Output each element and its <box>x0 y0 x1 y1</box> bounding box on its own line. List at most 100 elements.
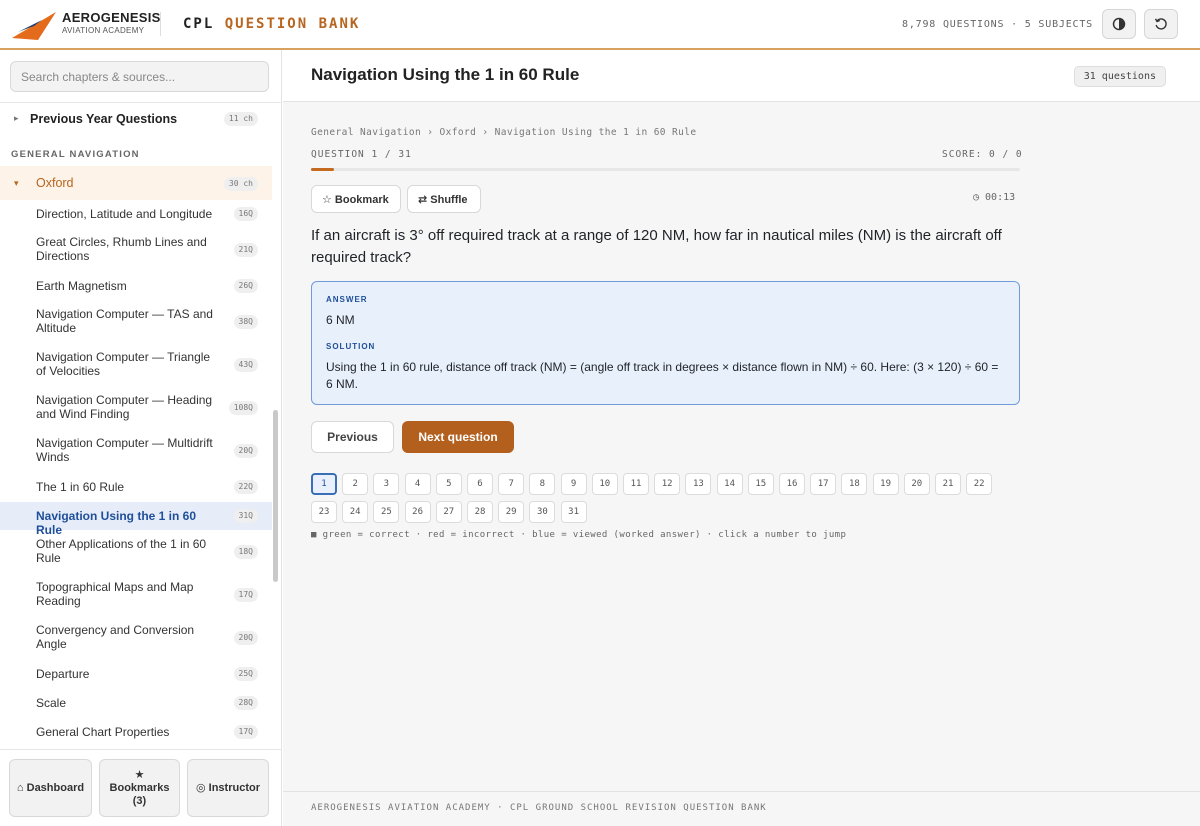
sidebar-item-chapter-active[interactable]: Navigation Using the 1 in 60 Rule 31Q <box>0 502 272 537</box>
question-number[interactable]: 14 <box>716 473 743 495</box>
sidebar-scrollbar[interactable] <box>273 410 278 582</box>
bookmarks-count: (3) <box>132 794 147 807</box>
question-number[interactable]: 31 <box>560 501 587 523</box>
chapter-badge: 17Q <box>233 588 258 602</box>
question-number[interactable]: 28 <box>467 501 493 523</box>
bookmark-button[interactable]: ☆ Bookmark <box>311 185 401 213</box>
question-number[interactable]: 17 <box>810 473 837 495</box>
chapter-badge: 17Q <box>233 725 258 739</box>
chapter-label: Navigation Computer — Triangle of Veloci… <box>36 350 211 378</box>
question-number[interactable]: 29 <box>498 501 525 523</box>
question-number[interactable]: 6 <box>467 473 493 495</box>
sidebar-footer: ⌂ Dashboard ★ Bookmarks (3) ◎ Instructor <box>0 749 282 826</box>
sidebar-item-chapter[interactable]: Scale 28Q <box>0 689 272 718</box>
reset-button[interactable] <box>1144 9 1178 39</box>
sidebar-item-chapter[interactable]: Great Circles, Rhumb Lines and Direction… <box>0 229 272 273</box>
dashboard-label: ⌂ Dashboard <box>16 781 85 794</box>
chapter-label: Other Applications of the 1 in 60 Rule <box>36 537 207 565</box>
chapter-badge: 108Q <box>228 401 258 415</box>
bookmarks-button[interactable]: ★ Bookmarks (3) <box>99 759 180 817</box>
sidebar-item-previous-year-questions[interactable]: ▸ Previous Year Questions 11 ch <box>0 103 272 133</box>
sidebar-item-chapter[interactable]: Earth Magnetism 26Q <box>0 273 272 300</box>
chapter-badge: 28Q <box>233 696 258 710</box>
sidebar-item-chapter[interactable]: Navigation Computer — Multidrift Winds 2… <box>0 430 272 473</box>
question-number[interactable]: 5 <box>435 473 462 495</box>
sidebar: ▸ Previous Year Questions 11 ch GENERAL … <box>0 50 282 826</box>
question-number[interactable]: 21 <box>935 473 961 495</box>
sidebar-item-chapter[interactable]: Navigation Computer — Triangle of Veloci… <box>0 344 272 387</box>
question-number[interactable]: 30 <box>529 501 556 523</box>
sidebar-item-chapter[interactable]: Navigation Computer — TAS and Altitude 3… <box>0 300 272 344</box>
score-display: SCORE: 0 / 0 <box>942 149 1023 160</box>
sidebar-item-chapter[interactable]: Other Applications of the 1 in 60 Rule 1… <box>0 530 272 573</box>
sidebar-item-badge: 11 ch <box>223 112 258 126</box>
chapter-label: General Chart Properties <box>36 725 170 739</box>
chapter-label: Navigation Computer — Heading and Wind F… <box>36 393 213 421</box>
previous-button[interactable]: Previous <box>311 421 394 453</box>
solution-text: Using the 1 in 60 rule, distance off tra… <box>326 360 999 391</box>
chevron-down-icon: ▾ <box>14 178 19 188</box>
chapter-badge: 18Q <box>233 545 258 559</box>
chapter-label: Great Circles, Rhumb Lines and Direction… <box>36 235 207 263</box>
brand-subtitle: AVIATION ACADEMY <box>62 26 145 35</box>
chapter-badge: 21Q <box>233 243 258 257</box>
next-question-button[interactable]: Next question <box>402 421 514 453</box>
answer-heading: ANSWER <box>326 295 368 304</box>
shuffle-label: ⇄ Shuffle <box>418 193 468 206</box>
reset-icon <box>1154 18 1167 30</box>
question-number[interactable]: 2 <box>342 473 369 495</box>
sidebar-item-chapter[interactable]: Departure 25Q <box>0 659 272 689</box>
chapter-label: Navigation Computer — TAS and Altitude <box>36 307 213 335</box>
chapter-badge: 43Q <box>233 358 258 372</box>
top-bar: AEROGENESIS AVIATION ACADEMY CPL QUESTIO… <box>0 0 1200 50</box>
solution-heading: SOLUTION <box>326 342 376 351</box>
previous-label: Previous <box>327 430 378 444</box>
sidebar-item-chapter[interactable]: Convergency and Conversion Angle 20Q <box>0 616 272 659</box>
theme-toggle-button[interactable] <box>1102 9 1136 39</box>
question-number[interactable]: 16 <box>779 473 805 495</box>
question-number[interactable]: 7 <box>498 473 525 495</box>
search-input[interactable] <box>10 61 269 92</box>
question-number[interactable]: 23 <box>311 501 337 523</box>
question-number[interactable]: 15 <box>747 473 774 495</box>
shuffle-button[interactable]: ⇄ Shuffle <box>407 185 481 213</box>
sidebar-item-oxford[interactable]: ▾ Oxford 30 ch <box>0 166 272 200</box>
chapter-badge: 38Q <box>233 315 258 329</box>
chapter-list[interactable]: ▸ Previous Year Questions 11 ch GENERAL … <box>0 103 282 748</box>
question-number[interactable]: 24 <box>342 501 369 523</box>
app-title: CPL QUESTION BANK <box>183 16 360 32</box>
question-number[interactable]: 3 <box>373 473 400 495</box>
question-number[interactable]: 12 <box>654 473 681 495</box>
question-number[interactable]: 20 <box>903 473 930 495</box>
instructor-button[interactable]: ◎ Instructor <box>187 759 269 817</box>
question-number[interactable]: 22 <box>966 473 993 495</box>
dashboard-button[interactable]: ⌂ Dashboard <box>9 759 92 817</box>
question-number[interactable]: 18 <box>841 473 868 495</box>
sidebar-item-chapter[interactable]: General Chart Properties 17Q <box>0 718 272 747</box>
question-number[interactable]: 9 <box>560 473 587 495</box>
footer: AEROGENESIS AVIATION ACADEMY · CPL GROUN… <box>283 791 1200 826</box>
question-number[interactable]: 4 <box>404 473 431 495</box>
question-number[interactable]: 27 <box>435 501 462 523</box>
sidebar-item-chapter[interactable]: Topographical Maps and Map Reading 17Q <box>0 573 272 616</box>
breadcrumb: General Navigation › Oxford › Navigation… <box>311 127 697 138</box>
sidebar-item-chapter[interactable]: Direction, Latitude and Longitude 16Q <box>0 200 272 229</box>
chapter-badge: 16Q <box>233 207 258 221</box>
question-text: If an aircraft is 3° off required track … <box>311 227 1002 266</box>
chapter-badge: 22Q <box>233 480 258 494</box>
question-number[interactable]: 19 <box>872 473 899 495</box>
sidebar-item-chapter[interactable]: Navigation Computer — Heading and Wind F… <box>0 387 272 430</box>
chapter-badge: 26Q <box>233 279 258 293</box>
instructor-label: ◎ Instructor <box>196 781 260 794</box>
question-number[interactable]: 11 <box>623 473 649 495</box>
main-panel: Navigation Using the 1 in 60 Rule 31 que… <box>283 50 1200 826</box>
page-title: Navigation Using the 1 in 60 Rule <box>311 65 580 84</box>
question-number[interactable]: 25 <box>373 501 400 523</box>
question-number[interactable]: 10 <box>591 473 618 495</box>
question-number[interactable]: 13 <box>685 473 712 495</box>
question-number-current[interactable]: 1 <box>311 473 337 495</box>
question-number[interactable]: 8 <box>529 473 556 495</box>
app-title-accent: QUESTION BANK <box>224 16 361 32</box>
sidebar-item-chapter[interactable]: The 1 in 60 Rule 22Q <box>0 473 272 502</box>
question-number[interactable]: 26 <box>404 501 431 523</box>
